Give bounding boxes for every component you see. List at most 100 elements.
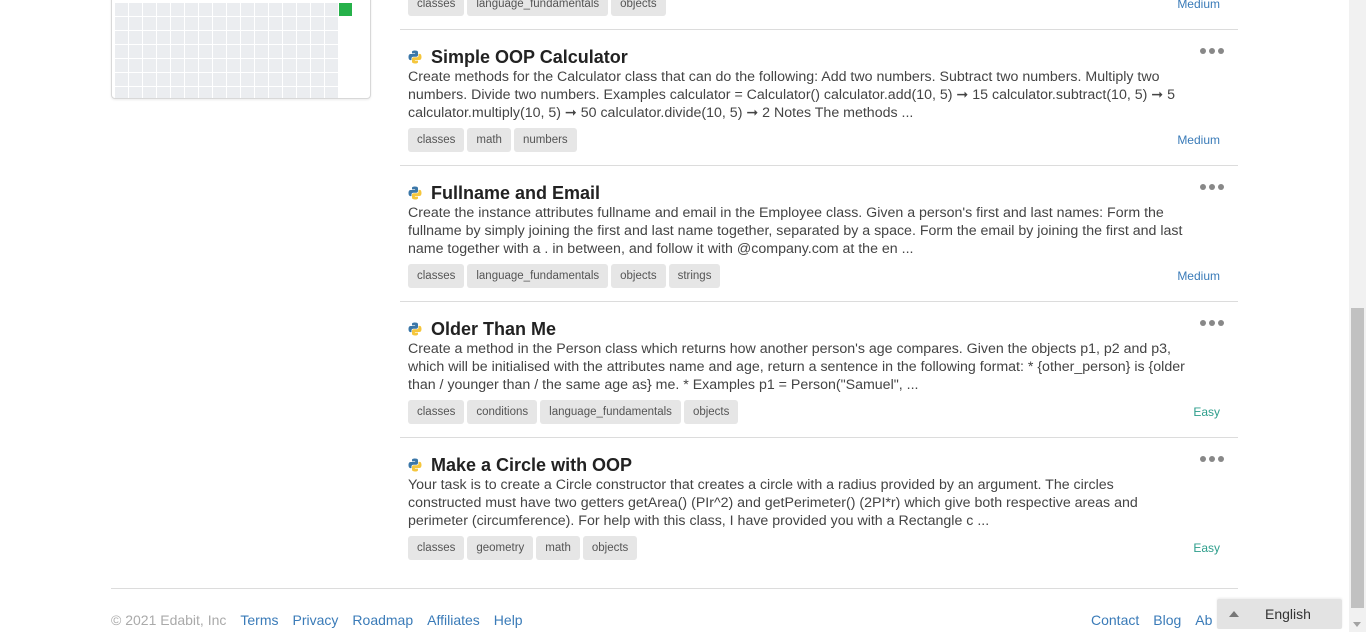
heatmap-cell xyxy=(129,73,142,86)
footer-link-affiliates[interactable]: Affiliates xyxy=(427,612,480,628)
heatmap-cell xyxy=(241,59,254,72)
challenge-item[interactable]: Make a Circle with OOP Your task is to c… xyxy=(400,438,1238,573)
heatmap-cell xyxy=(227,59,240,72)
heatmap-cell xyxy=(213,17,226,30)
heatmap-cell xyxy=(283,31,296,44)
heatmap-cell xyxy=(339,31,352,44)
heatmap-cell xyxy=(199,87,212,98)
tag[interactable]: strings xyxy=(668,264,721,288)
tag-list: classes language_fundamentals objects st… xyxy=(408,264,721,288)
heatmap-cell xyxy=(157,87,170,98)
heatmap-cell xyxy=(227,73,240,86)
heatmap-cell xyxy=(255,87,268,98)
tag[interactable]: classes xyxy=(408,264,465,288)
heatmap-cell xyxy=(255,31,268,44)
heatmap-cell xyxy=(185,73,198,86)
heatmap-cell xyxy=(241,87,254,98)
heatmap-cell xyxy=(185,3,198,16)
heatmap-cell xyxy=(213,59,226,72)
challenge-item[interactable]: Simple OOP Calculator Create methods for… xyxy=(400,30,1238,166)
challenge-item[interactable]: classes language_fundamentals objects Me… xyxy=(400,0,1238,30)
challenge-title[interactable]: Older Than Me xyxy=(431,319,556,340)
heatmap-cell xyxy=(171,31,184,44)
heatmap-cell xyxy=(115,45,128,58)
heatmap-cell xyxy=(143,3,156,16)
tag[interactable]: language_fundamentals xyxy=(467,264,609,288)
heatmap-cell xyxy=(171,59,184,72)
heatmap-cell xyxy=(157,3,170,16)
heatmap-cell xyxy=(297,59,310,72)
tag[interactable]: objects xyxy=(683,400,739,424)
heatmap-cell xyxy=(199,17,212,30)
more-options-icon[interactable] xyxy=(1200,46,1224,56)
heatmap-cell xyxy=(311,45,324,58)
more-options-icon[interactable] xyxy=(1200,182,1224,192)
activity-heatmap-card xyxy=(111,0,371,99)
footer-link-privacy[interactable]: Privacy xyxy=(293,612,339,628)
heatmap-cell xyxy=(213,3,226,16)
footer-link-blog[interactable]: Blog xyxy=(1153,612,1181,628)
tag[interactable]: classes xyxy=(408,536,465,560)
page-scrollbar[interactable] xyxy=(1349,0,1366,632)
heatmap-cell xyxy=(143,31,156,44)
heatmap-cell xyxy=(325,59,338,72)
footer-link-roadmap[interactable]: Roadmap xyxy=(352,612,413,628)
heatmap-cell xyxy=(171,3,184,16)
heatmap-cell xyxy=(129,59,142,72)
heatmap-cell xyxy=(241,17,254,30)
language-selector-button[interactable]: English xyxy=(1217,599,1342,629)
heatmap-cell xyxy=(157,17,170,30)
tag[interactable]: classes xyxy=(408,128,465,152)
footer-link-about[interactable]: Ab xyxy=(1195,612,1212,628)
tag[interactable]: numbers xyxy=(513,128,577,152)
heatmap-cell xyxy=(115,59,128,72)
challenge-item[interactable]: Fullname and Email Create the instance a… xyxy=(400,166,1238,302)
challenge-title[interactable]: Make a Circle with OOP xyxy=(431,455,632,476)
tag[interactable]: math xyxy=(536,536,580,560)
heatmap-cell xyxy=(325,45,338,58)
footer-link-contact[interactable]: Contact xyxy=(1091,612,1139,628)
heatmap-cell xyxy=(255,73,268,86)
tag[interactable]: classes xyxy=(408,0,465,16)
footer-link-terms[interactable]: Terms xyxy=(240,612,278,628)
more-options-icon[interactable] xyxy=(1200,318,1224,328)
heatmap-cell xyxy=(115,73,128,86)
scrollbar-thumb[interactable] xyxy=(1351,308,1364,608)
challenge-item[interactable]: Older Than Me Create a method in the Per… xyxy=(400,302,1238,438)
tag[interactable]: objects xyxy=(611,264,666,288)
tag[interactable]: classes xyxy=(408,400,465,424)
heatmap-cell xyxy=(227,17,240,30)
tag[interactable]: geometry xyxy=(467,536,534,560)
tag[interactable]: language_fundamentals xyxy=(467,0,609,16)
heatmap-cell xyxy=(157,73,170,86)
heatmap-cell xyxy=(213,31,226,44)
tag[interactable]: language_fundamentals xyxy=(540,400,681,424)
heatmap-cell xyxy=(227,3,240,16)
more-options-icon[interactable] xyxy=(1200,454,1224,464)
challenge-title[interactable]: Simple OOP Calculator xyxy=(431,47,628,68)
footer-link-help[interactable]: Help xyxy=(494,612,523,628)
difficulty-label: Medium xyxy=(1177,269,1220,283)
scroll-down-arrow-icon[interactable] xyxy=(1353,622,1361,627)
footer-right: Contact Blog Ab xyxy=(1091,612,1226,628)
heatmap-cell xyxy=(311,31,324,44)
heatmap-cell xyxy=(311,3,324,16)
heatmap-cell xyxy=(213,87,226,98)
tag[interactable]: conditions xyxy=(467,400,538,424)
challenge-description: Create the instance attributes fullname … xyxy=(408,205,1183,257)
tag[interactable]: objects xyxy=(582,536,638,560)
heatmap-cell xyxy=(129,31,142,44)
heatmap-cell xyxy=(129,3,142,16)
heatmap-cell xyxy=(143,73,156,86)
heatmap-cell xyxy=(325,3,338,16)
heatmap-cell xyxy=(339,17,352,30)
tag[interactable]: math xyxy=(467,128,511,152)
heatmap-cell xyxy=(199,31,212,44)
heatmap-cell xyxy=(325,87,338,98)
heatmap-cell xyxy=(143,17,156,30)
tag[interactable]: objects xyxy=(611,0,666,16)
heatmap-cell xyxy=(325,17,338,30)
heatmap-cell xyxy=(339,3,352,16)
challenge-title[interactable]: Fullname and Email xyxy=(431,183,600,204)
heatmap-cell xyxy=(269,45,282,58)
